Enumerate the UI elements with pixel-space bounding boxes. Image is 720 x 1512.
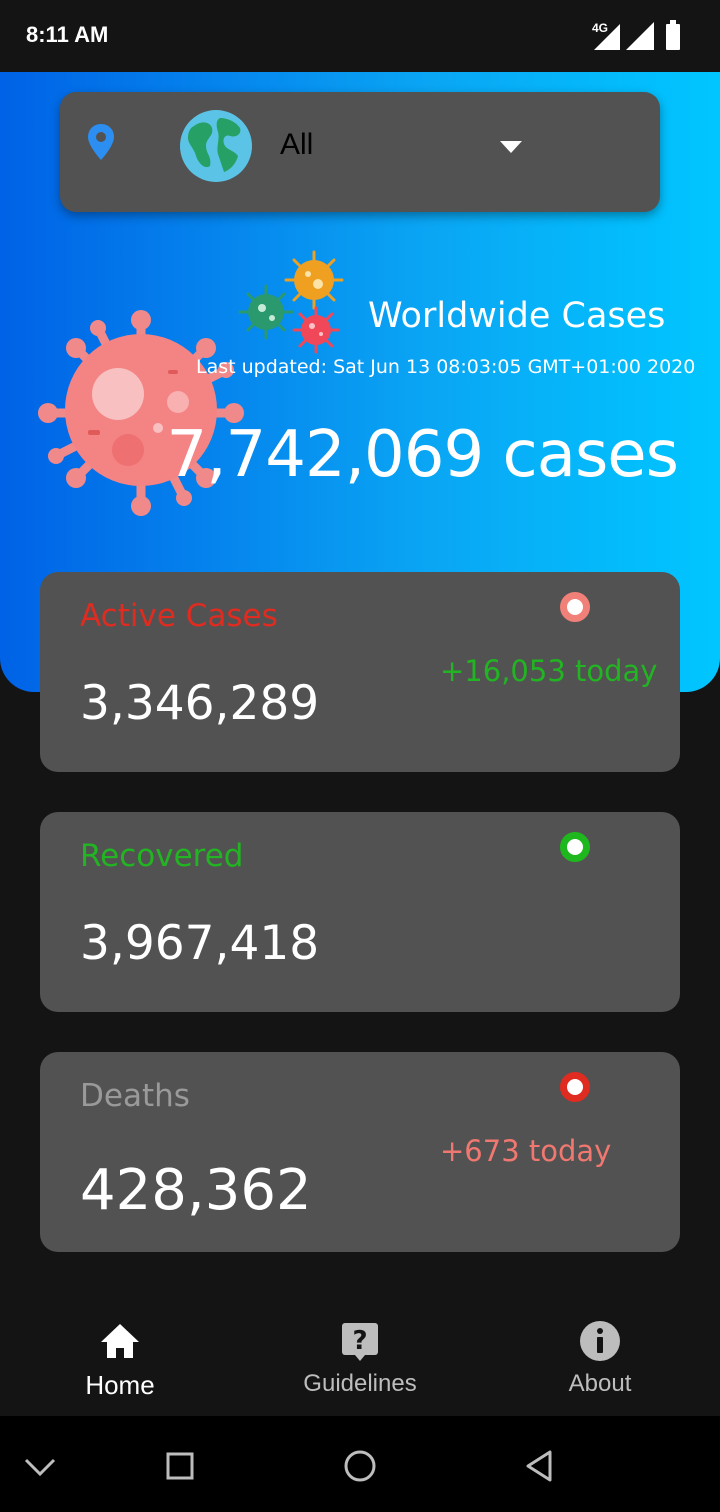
- card-today-change: +673 today: [440, 1134, 612, 1168]
- nav-label: About: [568, 1370, 632, 1397]
- nav-label: Home: [85, 1370, 155, 1400]
- signal-icon-2: [626, 22, 654, 50]
- card-value: 3,967,418: [80, 916, 320, 971]
- system-navigation-bar: [0, 1416, 720, 1512]
- back-triangle-icon[interactable]: [520, 1446, 560, 1486]
- status-dot: [560, 592, 590, 622]
- network-type-label: 4G: [592, 21, 608, 35]
- help-icon: ?: [342, 1323, 378, 1361]
- card-title: Recovered: [80, 838, 244, 874]
- card-title: Deaths: [80, 1078, 190, 1114]
- active-cases-card[interactable]: Active Cases +16,053 today 3,346,289: [40, 572, 680, 772]
- recents-square-icon[interactable]: [160, 1446, 200, 1486]
- card-value: 3,346,289: [80, 676, 320, 731]
- globe-icon: [180, 110, 252, 182]
- card-today-change: +16,053 today: [440, 654, 658, 688]
- home-circle-icon[interactable]: [340, 1446, 380, 1486]
- status-time: 8:11 AM: [26, 22, 109, 47]
- status-dot: [560, 832, 590, 862]
- signal-battery-icons: 4G: [592, 20, 680, 50]
- worldwide-title: Worldwide Cases: [368, 296, 666, 336]
- home-icon: [101, 1324, 139, 1358]
- chevron-down-icon[interactable]: [20, 1446, 60, 1486]
- nav-about[interactable]: About: [500, 1320, 700, 1398]
- location-selector-value: All: [280, 128, 314, 161]
- card-title: Active Cases: [80, 598, 278, 634]
- svg-text:?: ?: [352, 1326, 367, 1356]
- bottom-navigation: Home ? Guidelines About: [0, 1300, 720, 1416]
- deaths-card[interactable]: Deaths +673 today 428,362: [40, 1052, 680, 1252]
- location-selector[interactable]: All: [60, 92, 660, 212]
- status-dot: [560, 1072, 590, 1102]
- info-icon: [580, 1321, 620, 1361]
- nav-guidelines[interactable]: ? Guidelines: [260, 1320, 460, 1398]
- status-bar: 8:11 AM 4G: [0, 0, 720, 72]
- dropdown-caret-icon[interactable]: [500, 141, 522, 153]
- worldwide-total-cases: 7,742,069 cases: [166, 418, 679, 492]
- card-value: 428,362: [80, 1158, 312, 1223]
- nav-home[interactable]: Home: [20, 1320, 220, 1401]
- last-updated-text: Last updated: Sat Jun 13 08:03:05 GMT+01…: [196, 356, 696, 378]
- recovered-card[interactable]: Recovered 3,967,418: [40, 812, 680, 1012]
- battery-icon: [666, 24, 680, 50]
- location-pin-icon: [88, 124, 114, 160]
- nav-label: Guidelines: [303, 1370, 417, 1397]
- virus-cluster-illustration: [238, 250, 344, 354]
